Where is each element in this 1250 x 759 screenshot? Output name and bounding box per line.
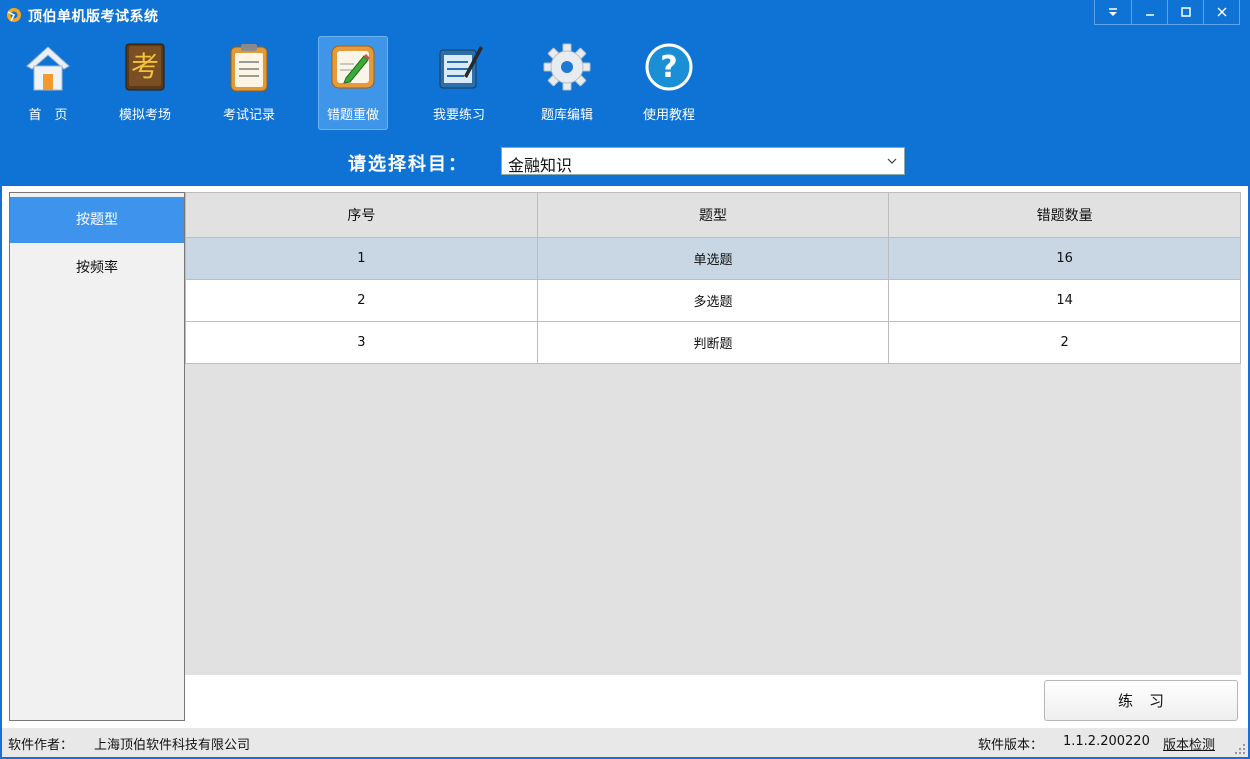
version-label: 软件版本： [978,738,1044,753]
minimize-icon [1145,14,1154,16]
edit-paper-icon [331,45,375,89]
resize-grip-icon[interactable] [1234,743,1246,755]
sidebar-item-by-type[interactable]: 按题型 [10,197,184,243]
notepad-pen-icon [439,46,483,89]
toolbar-tutorial[interactable]: ? 使用教程 [634,36,704,130]
svg-text:考: 考 [131,50,159,83]
clipboard-icon [230,44,268,92]
column-header-index[interactable]: 序号 [185,192,538,238]
version-value: 1.1.2.200220 [1063,734,1150,749]
main-panel: 按题型 按频率 序号 题型 错题数量 1 单选题 16 2 多选题 14 3 判… [0,186,1250,728]
column-header-type[interactable]: 题型 [536,192,890,238]
subject-selected-value: 金融知识 [508,156,573,175]
table-cell-index: 3 [185,321,538,364]
menu-dropdown-button[interactable] [1095,0,1131,24]
minimize-button[interactable] [1131,0,1167,24]
toolbar-tutorial-label: 使用教程 [642,108,695,123]
table-header-row: 序号 题型 错题数量 [185,192,1241,238]
toolbar-mock-exam[interactable]: 考 模拟考场 [110,36,180,130]
table-row[interactable]: 2 多选题 14 [185,279,1241,322]
toolbar-mistake-redo[interactable]: 错题重做 [318,36,388,130]
subject-label: 请选择科目： [348,154,468,175]
close-button[interactable] [1203,0,1239,24]
main-toolbar: 首 页 考 模拟考场 考试记录 错题重做 我要练习 题库编辑 ? 使用教程 [0,30,1250,138]
table-cell-type: 多选题 [536,279,890,322]
sidebar-item-by-frequency[interactable]: 按频率 [10,245,184,291]
table-cell-index: 1 [185,237,538,280]
author-label: 软件作者： [8,738,74,753]
title-bar[interactable]: 顶伯单机版考试系统 [0,0,1250,30]
app-logo-icon [7,8,21,22]
toolbar-exam-records-label: 考试记录 [222,108,275,123]
column-header-count[interactable]: 错题数量 [888,192,1241,238]
toolbar-practice-label: 我要练习 [432,108,485,123]
toolbar-mock-exam-label: 模拟考场 [118,108,171,123]
maximize-icon [1180,7,1191,17]
subject-select[interactable]: 金融知识 [501,147,905,175]
exam-book-icon: 考 [125,43,165,91]
table-row[interactable]: 3 判断题 2 [185,321,1241,364]
home-icon [26,46,70,91]
toolbar-practice[interactable]: 我要练习 [424,36,494,130]
table-cell-count: 14 [888,279,1241,322]
table-cell-count: 16 [888,237,1241,280]
practice-button[interactable]: 练习 [1044,680,1238,721]
gear-icon [543,43,591,91]
dropdown-menu-icon [1109,8,1117,16]
svg-text:?: ? [660,50,677,85]
subject-bar: 请选择科目： 金融知识 [0,138,1250,186]
table-cell-type: 单选题 [536,237,890,280]
window-frame-left [0,186,2,759]
status-bar: 软件作者： 上海顶伯软件科技有限公司 软件版本： 1.1.2.200220 版本… [0,728,1250,759]
table-cell-index: 2 [185,279,538,322]
app-window: 顶伯单机版考试系统 首 页 考 模拟考场 考试记录 错题重做 我要练习 题库编辑… [0,0,1250,759]
toolbar-home[interactable]: 首 页 [13,36,83,130]
table-cell-type: 判断题 [536,321,890,364]
toolbar-bank-edit-label: 题库编辑 [540,108,593,123]
toolbar-mistake-redo-label: 错题重做 [326,108,379,123]
toolbar-bank-edit[interactable]: 题库编辑 [532,36,602,130]
help-icon: ? [645,43,693,91]
close-icon [1216,7,1227,17]
mistake-table: 序号 题型 错题数量 1 单选题 16 2 多选题 14 3 判断题 2 [185,192,1241,364]
author-value: 上海顶伯软件科技有限公司 [94,738,251,753]
window-title: 顶伯单机版考试系统 [28,9,159,25]
table-cell-count: 2 [888,321,1241,364]
version-check-link[interactable]: 版本检测 [1163,734,1215,753]
toolbar-home-label: 首 页 [28,108,68,123]
window-controls [1094,0,1240,25]
mistake-table-area: 序号 题型 错题数量 1 单选题 16 2 多选题 14 3 判断题 2 [185,192,1241,675]
table-row[interactable]: 1 单选题 16 [185,237,1241,280]
chevron-down-icon [887,158,897,164]
toolbar-exam-records[interactable]: 考试记录 [214,36,284,130]
maximize-button[interactable] [1167,0,1203,24]
category-sidebar: 按题型 按频率 [9,192,185,721]
